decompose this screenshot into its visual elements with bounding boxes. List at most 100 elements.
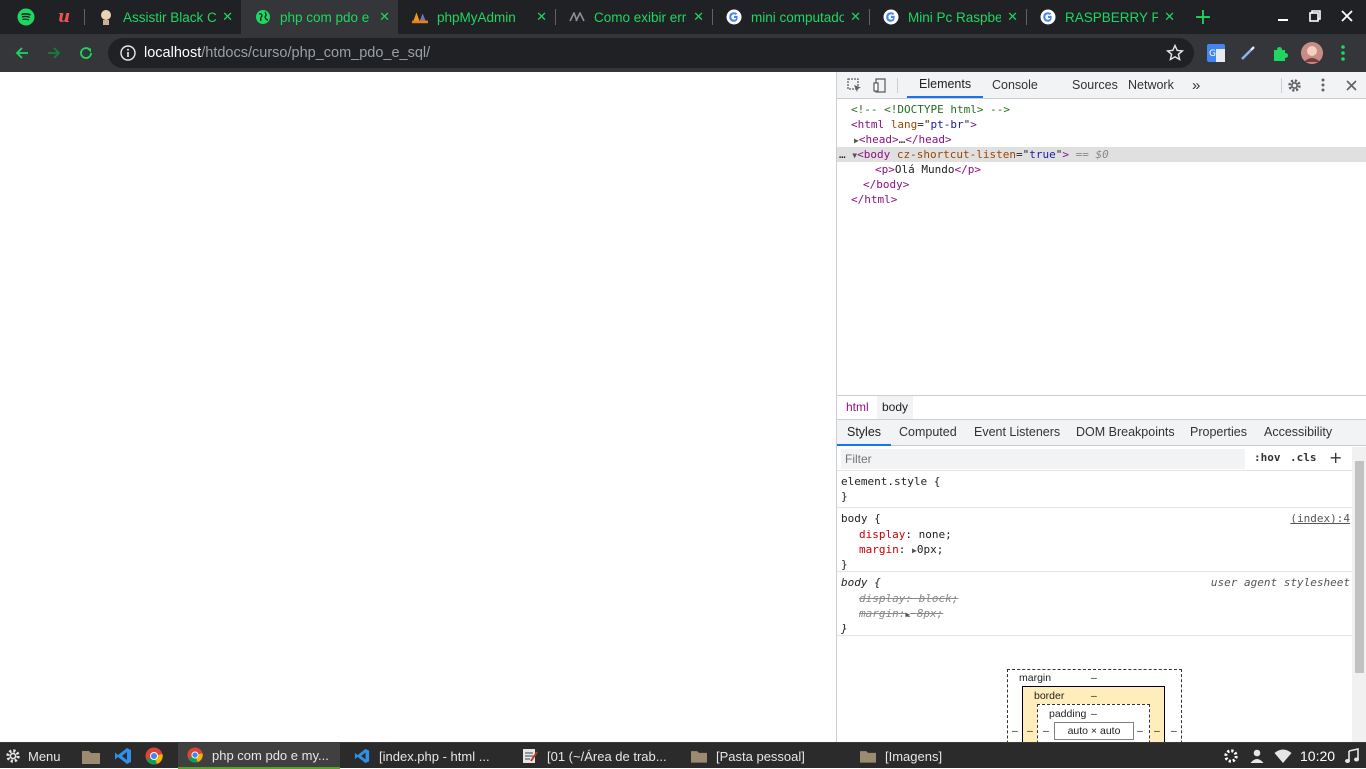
dom-p-node[interactable]: <p>Olá Mundo</p> <box>875 162 981 177</box>
launcher-files[interactable] <box>82 743 108 769</box>
tab-properties[interactable]: Properties <box>1190 420 1247 446</box>
padding-left-value[interactable]: – <box>1043 725 1049 737</box>
clock[interactable]: 10:20 <box>1300 743 1335 769</box>
taskbar-window-images-folder[interactable]: [Imagens] <box>859 743 1019 769</box>
dom-comment-node[interactable]: <!-- <!DOCTYPE html> --> <box>851 102 1010 117</box>
scrollbar-thumb[interactable] <box>1355 461 1364 673</box>
taskbar-window-chrome[interactable]: php com pdo e my... <box>178 743 340 769</box>
tab-close-icon[interactable]: ✕ <box>1007 10 1018 25</box>
rule-selector[interactable]: body { <box>841 575 881 590</box>
tab-accessibility[interactable]: Accessibility <box>1264 420 1332 446</box>
expand-triangle-icon[interactable]: ▶ <box>905 610 910 619</box>
hov-toggle[interactable]: :hov <box>1254 451 1281 464</box>
launcher-vscode[interactable] <box>114 743 140 769</box>
close-devtools-button[interactable] <box>1343 77 1359 93</box>
minimize-button[interactable] <box>1273 6 1293 26</box>
tab-6[interactable]: RASPBERRY PI ✕ <box>1026 0 1183 34</box>
user-icon <box>1250 749 1264 763</box>
breadcrumb-html[interactable]: html <box>841 396 874 419</box>
taskbar-window-vscode[interactable]: [index.php - html ... <box>353 743 511 769</box>
tab-styles[interactable]: Styles <box>837 420 892 446</box>
tab-0[interactable]: Assistir Black Cl ✕ <box>84 0 241 34</box>
tab-close-icon[interactable]: ✕ <box>693 10 704 25</box>
styles-filter-input[interactable] <box>841 449 1245 469</box>
info-icon[interactable] <box>120 45 136 61</box>
tab-title: RASPBERRY PI <box>1065 9 1159 25</box>
dom-html-node[interactable]: <html lang="pt-br"> <box>851 117 977 132</box>
more-tabs-button[interactable]: » <box>1192 72 1200 98</box>
tab-network[interactable]: Network <box>1128 72 1174 98</box>
rule-source-link[interactable]: (index):4 <box>1290 511 1350 526</box>
settings-button[interactable] <box>1286 77 1302 93</box>
pinned-tab-udemy[interactable]: u <box>46 0 82 34</box>
color-picker-extension[interactable] <box>1237 42 1259 64</box>
tab-3[interactable]: Como exibir erro ✕ <box>555 0 712 34</box>
dom-head-node[interactable]: ▶<head>…</head> <box>854 132 952 147</box>
page-viewport[interactable] <box>0 72 836 742</box>
close-window-button[interactable] <box>1337 6 1357 26</box>
tab-computed[interactable]: Computed <box>899 420 957 446</box>
breadcrumb-body[interactable]: body <box>877 396 914 419</box>
tab-2[interactable]: phpMyAdmin ✕ <box>398 0 555 34</box>
margin-right-value[interactable]: – <box>1171 725 1177 737</box>
add-rule-button[interactable]: + <box>1329 448 1342 467</box>
css-declaration-margin[interactable]: margin: ▶0px; <box>859 542 943 557</box>
box-model-content[interactable]: auto × auto <box>1054 722 1134 740</box>
launcher-chrome[interactable] <box>145 743 171 769</box>
tab-sources[interactable]: Sources <box>1072 72 1118 98</box>
taskbar-window-home-folder[interactable]: [Pasta pessoal] <box>690 743 850 769</box>
tab-console[interactable]: Console <box>992 72 1038 98</box>
padding-right-value[interactable]: – <box>1137 725 1143 737</box>
tray-settings[interactable] <box>1222 747 1240 765</box>
forward-button[interactable] <box>42 41 66 65</box>
dom-html-close[interactable]: </html> <box>851 192 897 207</box>
address-bar[interactable]: localhost/htdocs/curso/php_com_pdo_e_sql… <box>108 38 1194 68</box>
tray-volume[interactable] <box>1343 747 1361 765</box>
border-top-value[interactable]: – <box>1091 690 1097 702</box>
cls-toggle[interactable]: .cls <box>1290 451 1317 464</box>
maximize-button[interactable] <box>1305 6 1325 26</box>
css-declaration-display[interactable]: display: none; <box>859 527 952 542</box>
extensions-button[interactable] <box>1269 42 1291 64</box>
browser-menu-button[interactable] <box>1336 42 1350 64</box>
dom-body-close[interactable]: </body> <box>863 177 909 192</box>
start-menu-button[interactable]: Menu <box>4 743 61 769</box>
tab-4[interactable]: mini computador ✕ <box>712 0 869 34</box>
dom-body-node[interactable]: … ▼<body cz-shortcut-listen="true"> == $… <box>837 147 1366 162</box>
margin-top-value[interactable]: – <box>1091 672 1097 684</box>
tab-elements[interactable]: Elements <box>907 72 984 98</box>
padding-top-value[interactable]: – <box>1091 708 1097 720</box>
rule-selector[interactable]: body { <box>841 511 881 526</box>
profile-avatar[interactable] <box>1301 42 1323 64</box>
bookmark-star-icon[interactable] <box>1166 44 1184 62</box>
border-left-value[interactable]: – <box>1027 725 1033 737</box>
tab-event-listeners[interactable]: Event Listeners <box>974 420 1060 446</box>
tab-5[interactable]: Mini Pc Raspberry ✕ <box>869 0 1026 34</box>
tab-dom-breakpoints[interactable]: DOM Breakpoints <box>1076 420 1175 446</box>
devtools-menu-button[interactable] <box>1315 77 1331 93</box>
tab-close-icon[interactable]: ✕ <box>850 10 861 25</box>
device-toolbar-button[interactable] <box>872 77 888 93</box>
element-style-selector[interactable]: element.style { <box>841 474 940 489</box>
new-tab-button[interactable]: + <box>1190 4 1216 30</box>
kebab-menu-icon <box>1341 45 1345 61</box>
google-translate-extension[interactable]: G <box>1205 42 1227 64</box>
inspect-element-button[interactable] <box>846 77 862 93</box>
tray-user[interactable] <box>1248 747 1266 765</box>
tab-1[interactable]: php com pdo e sql ✕ <box>241 0 398 34</box>
tab-close-icon[interactable]: ✕ <box>222 10 233 25</box>
taskbar-window-editor[interactable]: [01 (~/Área de trab... <box>521 743 686 769</box>
pinned-tab-spotify[interactable] <box>8 0 44 34</box>
styles-scrollbar[interactable] <box>1352 447 1366 742</box>
tab-close-icon[interactable]: ✕ <box>1164 10 1175 25</box>
chrome-icon <box>145 747 163 765</box>
tab-close-icon[interactable]: ✕ <box>379 10 390 25</box>
back-button[interactable] <box>10 41 34 65</box>
tray-network[interactable] <box>1274 747 1292 765</box>
border-right-value[interactable]: – <box>1154 725 1160 737</box>
element-style-rule: element.style { } <box>837 472 1352 508</box>
margin-left-value[interactable]: – <box>1012 725 1018 737</box>
reload-button[interactable] <box>74 41 98 65</box>
tab-close-icon[interactable]: ✕ <box>536 10 547 25</box>
breadcrumb: html body <box>837 395 1366 419</box>
